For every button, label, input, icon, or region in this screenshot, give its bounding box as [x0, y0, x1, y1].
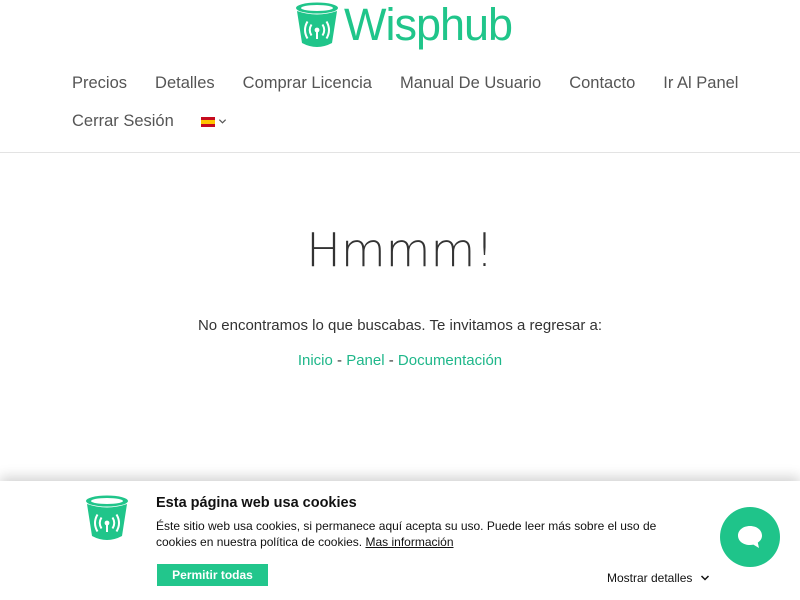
- language-selector[interactable]: [200, 116, 227, 127]
- cookie-description: Éste sitio web usa cookies, si permanece…: [156, 518, 696, 550]
- more-info-link[interactable]: Mas información: [365, 535, 453, 549]
- nav-detalles[interactable]: Detalles: [155, 74, 215, 93]
- chevron-down-icon: [218, 119, 226, 124]
- bucket-antenna-icon: [296, 2, 338, 47]
- chevron-down-icon: [701, 575, 710, 581]
- main-nav: Precios Detalles Comprar Licencia Manual…: [72, 74, 766, 93]
- link-inicio[interactable]: Inicio: [298, 352, 333, 369]
- allow-all-button[interactable]: Permitir todas: [157, 564, 268, 586]
- nav-contacto[interactable]: Contacto: [569, 74, 635, 93]
- cookie-banner: Esta página web usa cookies Éste sitio w…: [0, 481, 800, 600]
- page-title: Hmmm!: [306, 223, 494, 277]
- show-details-label: Mostrar detalles: [607, 571, 693, 585]
- nav-comprar-licencia[interactable]: Comprar Licencia: [243, 74, 372, 93]
- link-panel[interactable]: Panel: [346, 352, 384, 369]
- secondary-nav: Cerrar Sesión: [72, 112, 227, 131]
- brand-logo[interactable]: Wisphub: [294, 0, 513, 50]
- nav-ir-al-panel[interactable]: Ir Al Panel: [663, 74, 738, 93]
- spain-flag-icon: [200, 116, 215, 127]
- not-found-message: No encontramos lo que buscabas. Te invit…: [197, 317, 603, 334]
- cookie-title: Esta página web usa cookies: [156, 495, 357, 511]
- nav-cerrar-sesion[interactable]: Cerrar Sesión: [72, 112, 174, 131]
- bucket-antenna-icon: [86, 495, 128, 540]
- link-separator: -: [332, 352, 347, 369]
- nav-manual-de-usuario[interactable]: Manual De Usuario: [400, 74, 541, 93]
- link-separator: -: [384, 352, 398, 369]
- site-header: Wisphub Precios Detalles Comprar Licenci…: [0, 0, 800, 153]
- nav-precios[interactable]: Precios: [72, 74, 127, 93]
- brand-name: Wisphub: [344, 0, 513, 50]
- chat-button[interactable]: [720, 507, 780, 567]
- show-details-toggle[interactable]: Mostrar detalles: [607, 571, 710, 585]
- link-documentacion[interactable]: Documentación: [398, 352, 502, 369]
- return-links: Inicio - Panel - Documentación: [0, 352, 800, 369]
- chat-bubble-icon: [738, 526, 762, 548]
